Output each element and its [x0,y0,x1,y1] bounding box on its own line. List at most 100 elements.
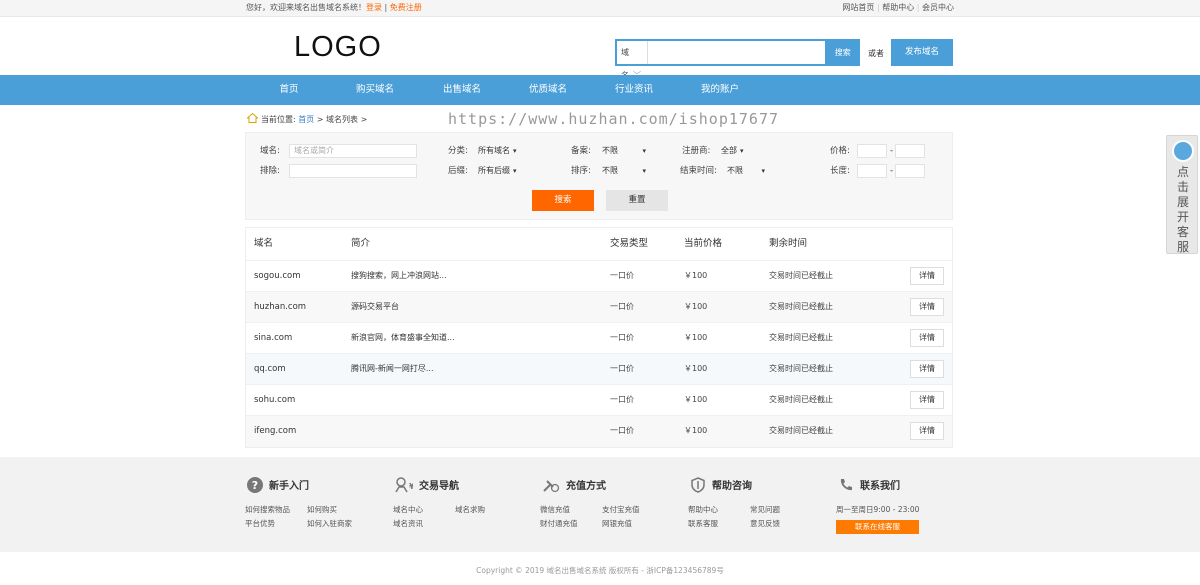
footer-link[interactable]: 支付宝充值 [602,503,640,517]
footer-col-contact: 联系我们 周一至周日9:00 - 23:00 联系在线客服 [836,477,920,534]
top-divider: | [876,3,880,12]
main-nav: 首页 购买域名 出售域名 优质域名 行业资讯 我的账户 [0,75,1200,105]
detail-button[interactable]: 详情 [910,298,944,316]
remaining-time: 交易时间已经截止 [769,395,833,404]
current-price: ￥100 [684,302,708,311]
nav-item-account[interactable]: 我的账户 [680,75,760,105]
footer-title-text: 新手入门 [269,481,309,492]
domain-table: 域名 简介 交易类型 当前价格 剩余时间 sogou.com 搜狗搜索，网上冲浪… [245,227,953,448]
sort-label: 排序: [571,166,591,176]
footer-link[interactable]: 联系客服 [688,517,750,531]
footer-link[interactable]: 财付通充值 [540,517,602,531]
breadcrumb-sep: > [360,115,368,124]
length-label: 长度: [830,166,850,176]
top-link-member[interactable]: 会员中心 [922,3,954,12]
exclude-input[interactable] [289,164,417,178]
table-row: sohu.com 一口价 ￥100 交易时间已经截止 详情 [246,385,952,416]
end-time-value: 不限 [727,166,743,175]
service-hours: 周一至周日9:00 - 23:00 [836,505,920,514]
price-label: 价格: [830,146,850,156]
icp-select[interactable]: 不限 ▾ [602,144,646,158]
search-button[interactable]: 搜索 [825,39,860,66]
category-select[interactable]: 所有域名 ▾ [478,144,517,158]
end-time-select[interactable]: 不限 ▾ [727,164,765,178]
footer-col-beginner: ? 新手入门 如何搜索物品 如何购买 平台优势 如何入驻商家 [245,477,352,531]
domain-name[interactable]: qq.com [254,354,286,384]
detail-button[interactable]: 详情 [910,329,944,347]
side-service-tab[interactable]: 点击展开客服 [1166,135,1198,254]
svg-text:¥: ¥ [409,482,413,491]
filter-reset-button[interactable]: 重置 [606,190,668,211]
footer-link[interactable]: 平台优势 [245,517,307,531]
nav-item-buy[interactable]: 购买域名 [335,75,415,105]
suffix-select[interactable]: 所有后缀 ▾ [478,164,517,178]
search-type-select[interactable]: 域名﹀ [617,41,649,80]
category-label: 分类: [448,146,468,156]
top-link-help[interactable]: 帮助中心 [882,3,914,12]
icp-label: 备案: [571,146,591,156]
detail-button[interactable]: 详情 [910,422,944,440]
footer-link[interactable]: 如何搜索物品 [245,503,307,517]
length-min-input[interactable] [857,164,887,178]
domain-name[interactable]: sina.com [254,323,292,353]
chevron-down-icon: ▾ [642,167,646,175]
detail-button[interactable]: 详情 [910,267,944,285]
price-max-input[interactable] [895,144,925,158]
footer-col-trade: ¥ 交易导航 域名中心 域名求购 域名资讯 [393,477,485,531]
nav-item-premium[interactable]: 优质域名 [508,75,588,105]
nav-item-sell[interactable]: 出售域名 [422,75,502,105]
login-link[interactable]: 登录 [366,3,382,12]
domain-input[interactable]: 域名或简介 [289,144,417,158]
domain-name[interactable]: huzhan.com [254,292,306,322]
footer-link[interactable]: 微信充值 [540,503,602,517]
detail-button[interactable]: 详情 [910,391,944,409]
table-row: sina.com 新浪官网，体育盛事全知道... 一口价 ￥100 交易时间已经… [246,323,952,354]
online-service-button[interactable]: 联系在线客服 [836,520,919,534]
breadcrumb-home[interactable]: 首页 [298,115,314,124]
footer-link[interactable]: 帮助中心 [688,503,750,517]
trade-icon: ¥ [395,477,415,493]
publish-domain-button[interactable]: 发布域名 [891,39,953,66]
chevron-down-icon: ▾ [761,167,765,175]
footer-link[interactable]: 意见反馈 [750,517,780,531]
register-link[interactable]: 免费注册 [390,3,422,12]
domain-name[interactable]: sohu.com [254,385,295,415]
footer-link[interactable]: 域名求购 [455,503,485,517]
exclude-label: 排除: [260,166,280,176]
trade-type: 一口价 [610,302,634,311]
logo[interactable]: LOGO [294,31,382,64]
domain-name[interactable]: sogou.com [254,261,300,291]
watermark: https://www.huzhan.com/ishop17677 [448,110,780,128]
top-link-home[interactable]: 网站首页 [842,3,874,12]
top-links: 网站首页 | 帮助中心 | 会员中心 [842,0,954,16]
footer-title: ? 新手入门 [245,477,352,494]
header-time: 剩余时间 [769,238,808,249]
footer-title-text: 联系我们 [860,481,900,492]
detail-button[interactable]: 详情 [910,360,944,378]
sort-select[interactable]: 不限 ▾ [602,164,646,178]
length-max-input[interactable] [895,164,925,178]
remaining-time: 交易时间已经截止 [769,302,833,311]
nav-item-news[interactable]: 行业资讯 [594,75,674,105]
footer-link[interactable]: 如何入驻商家 [307,517,352,531]
breadcrumb-current: 域名列表 [326,115,359,124]
footer-link[interactable]: 域名资讯 [393,517,455,531]
footer-link[interactable]: 常见问题 [750,503,780,517]
breadcrumb: 当前位置: 首页 > 域名列表 > [247,113,367,125]
domain-intro: 搜狗搜索，网上冲浪网站... [351,271,447,280]
footer-link[interactable]: 网银充值 [602,517,632,531]
footer-link[interactable]: 如何购买 [307,503,337,517]
registrar-select[interactable]: 全部 ▾ [721,144,744,158]
nav-item-home[interactable]: 首页 [249,75,329,105]
welcome-text: 您好，欢迎来域名出售域名系统！ [246,3,366,12]
price-min-input[interactable] [857,144,887,158]
footer-title-text: 帮助咨询 [712,481,752,492]
footer-link[interactable]: 域名中心 [393,503,455,517]
footer-title-text: 充值方式 [566,481,606,492]
suffix-value: 所有后缀 [478,166,510,175]
domain-name[interactable]: ifeng.com [254,416,296,446]
filter-search-button[interactable]: 搜索 [532,190,594,211]
footer-title: 帮助咨询 [688,477,780,494]
search-input[interactable] [648,41,826,64]
trade-type: 一口价 [610,426,634,435]
